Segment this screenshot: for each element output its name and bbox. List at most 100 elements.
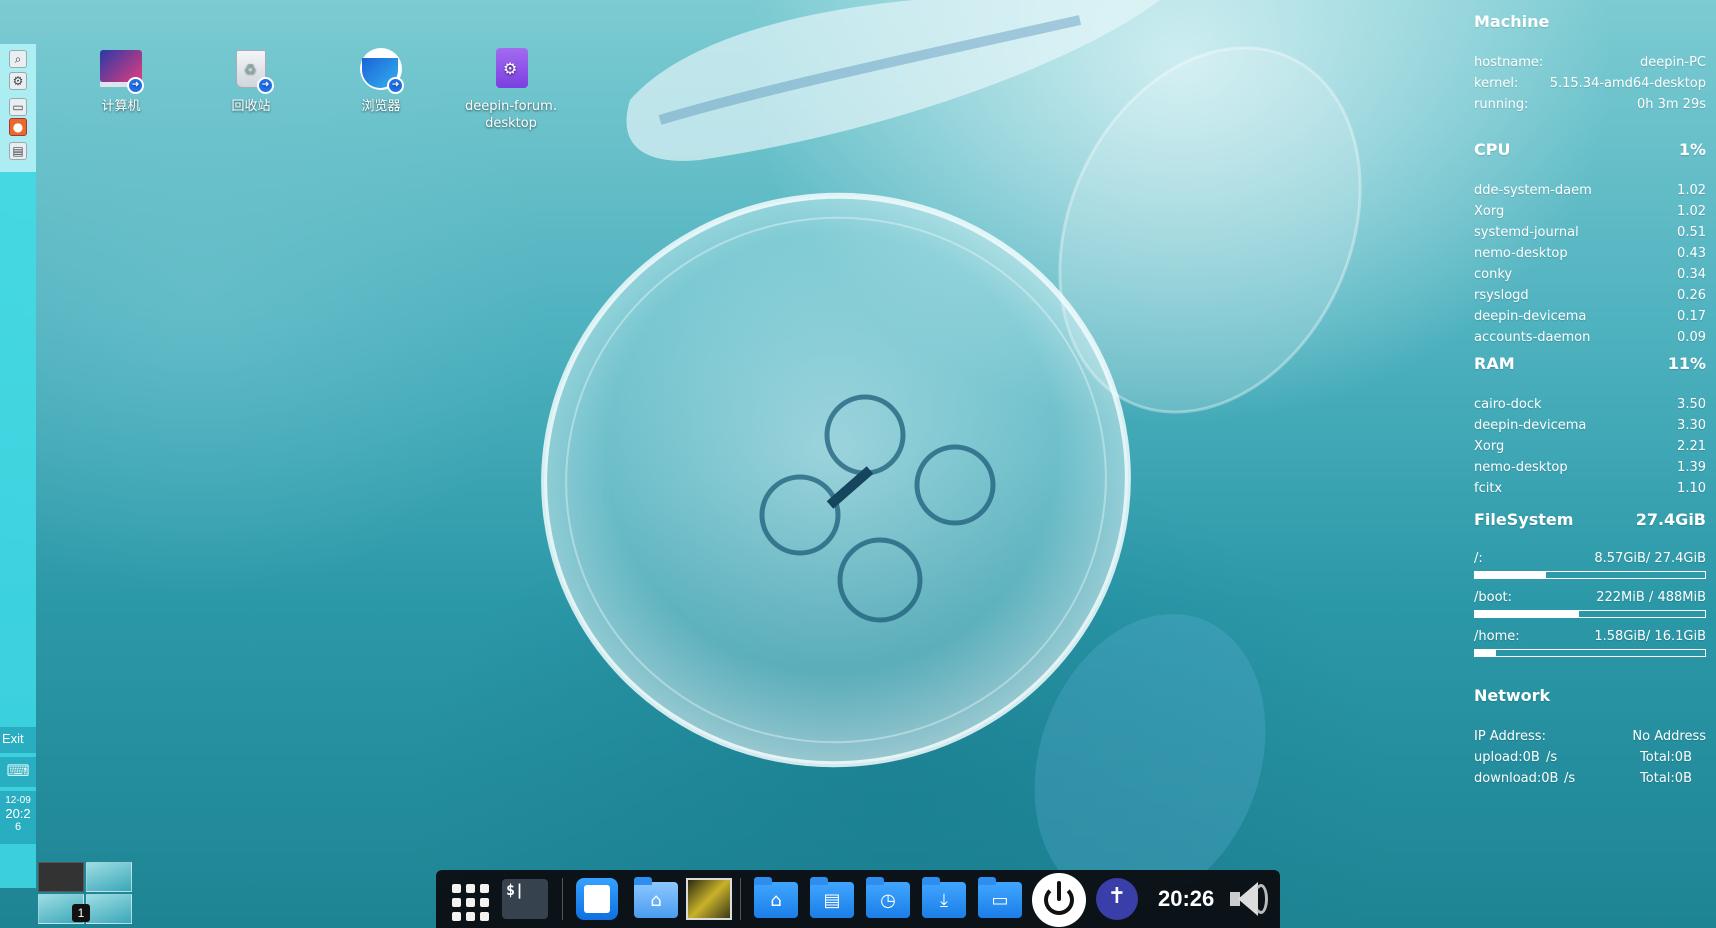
volume-icon[interactable] (1226, 876, 1272, 922)
network-title: Network (1474, 686, 1551, 705)
process-value: 3.50 (1677, 397, 1706, 412)
dock-separator (740, 878, 741, 920)
mount-usage: 1.58GiB/ 16.1GiB (1594, 629, 1706, 644)
download-row: download:0B /s Total:0B (1474, 768, 1706, 789)
list-item: rsyslogd 0.26 (1474, 285, 1706, 306)
firefox-icon[interactable]: ● (9, 118, 27, 136)
workspace-4[interactable] (86, 894, 132, 924)
process-value: 3.30 (1677, 418, 1706, 433)
download-unit: /s (1564, 771, 1576, 786)
upload-row: upload:0B /s Total:0B (1474, 747, 1706, 768)
process-name: conky (1474, 267, 1513, 282)
dock-clock[interactable]: 20:26 (1158, 870, 1214, 928)
process-name: nemo-desktop (1474, 460, 1568, 475)
documents-folder-icon[interactable]: ▤ (808, 876, 854, 922)
exit-button[interactable]: Exit (0, 727, 36, 753)
panel-clock-time: 20:2 (5, 806, 31, 821)
process-value: 0.09 (1677, 330, 1706, 345)
browser-icon: ➜ (358, 48, 404, 94)
mount-usage-bar (1474, 571, 1706, 579)
desktop-icon-deepin-forum[interactable]: ⚙ deepin-forum. desktop (456, 48, 566, 132)
keyboard-icon[interactable]: ⌨ (0, 757, 36, 787)
network-section: Network IP Address: No Address upload:0B … (1474, 686, 1706, 789)
upload-unit: /s (1546, 750, 1558, 765)
desktop-icon-label: 计算机 (101, 99, 141, 114)
home-folder-icon[interactable]: ⌂ (632, 876, 678, 922)
panel-clock-suffix: 6 (14, 821, 22, 833)
process-name: nemo-desktop (1474, 246, 1568, 261)
recent-folder-icon[interactable]: ◷ (864, 876, 910, 922)
running-value: 0h 3m 29s (1636, 97, 1706, 112)
home-folder-icon[interactable]: ⌂ (752, 876, 798, 922)
process-name: deepin-devicema (1474, 309, 1587, 324)
pictures-folder-icon[interactable]: ▭ (976, 876, 1022, 922)
ip-label: IP Address: (1474, 729, 1546, 744)
list-item: Xorg 2.21 (1474, 436, 1706, 457)
wallpaper (541, 0, 1362, 906)
process-value: 1.10 (1677, 481, 1706, 496)
drive-icon[interactable]: ▭ (9, 98, 27, 116)
process-value: 0.34 (1677, 267, 1706, 282)
desktop-icon-label: deepin-forum. (465, 99, 557, 114)
upload-label: upload:0B (1474, 750, 1540, 765)
dock: $| ⌂ ⌂ ▤ ◷ ⤓ ▭ ✝ 20:26 (436, 870, 1280, 928)
desktop-icon-trash[interactable]: ♻ ➜ 回收站 (196, 48, 306, 115)
process-name: fcitx (1474, 481, 1503, 496)
terminal-glyph: $| (502, 879, 548, 919)
process-value: 0.43 (1677, 246, 1706, 261)
list-item: fcitx 1.10 (1474, 478, 1706, 499)
terminal-icon[interactable]: $| (502, 876, 548, 922)
cpu-title: CPU (1474, 140, 1511, 159)
list-item: accounts-daemon 0.09 (1474, 327, 1706, 348)
hostname-value: deepin-PC (1640, 55, 1706, 70)
process-value: 2.21 (1677, 439, 1706, 454)
hostname-label: hostname: (1474, 55, 1544, 70)
accessibility-icon[interactable]: ✝ (1094, 876, 1140, 922)
process-value: 1.02 (1677, 204, 1706, 219)
list-item: deepin-devicema 0.17 (1474, 306, 1706, 327)
desktop-icon-label: 浏览器 (361, 99, 401, 114)
app-grid-icon[interactable] (446, 876, 492, 922)
mount-usage-bar (1474, 649, 1706, 657)
kernel-value: 5.15.34-amd64-desktop (1549, 76, 1706, 91)
filesystem-total: 27.4GiB (1635, 510, 1706, 529)
ram-section: RAM 11% cairo-dock 3.50 deepin-devicema 3.3… (1474, 354, 1706, 499)
download-label: download:0B (1474, 771, 1559, 786)
process-name: rsyslogd (1474, 288, 1529, 303)
desktop-icon-computer[interactable]: ➜ 计算机 (66, 48, 176, 115)
document-icon[interactable]: ▤ (9, 142, 27, 160)
panel-clock[interactable]: 12-09 20:2 6 (0, 791, 36, 844)
magnifier-icon[interactable]: ⌕ (9, 50, 27, 68)
workspace-2[interactable] (86, 862, 132, 892)
list-item: nemo-desktop 0.43 (1474, 243, 1706, 264)
desktop-icon-label: 回收站 (231, 99, 271, 114)
workspace-1[interactable] (38, 862, 84, 892)
process-value: 0.17 (1677, 309, 1706, 324)
upload-total: Total:0B (1640, 750, 1692, 765)
process-name: Xorg (1474, 204, 1505, 219)
list-item: nemo-desktop 1.39 (1474, 457, 1706, 478)
desktop-icon-browser[interactable]: ➜ 浏览器 (326, 48, 436, 115)
desktop-icon-label-line2: desktop (485, 116, 537, 131)
process-name: dde-system-daem (1474, 183, 1592, 198)
file-manager-icon[interactable] (574, 876, 620, 922)
settings-file-icon: ⚙ (488, 48, 534, 94)
process-value: 1.02 (1677, 183, 1706, 198)
filesystem-title: FileSystem (1474, 510, 1574, 529)
list-item: conky 0.34 (1474, 264, 1706, 285)
workspace-number: 1 (72, 904, 90, 922)
list-item: deepin-devicema 3.30 (1474, 415, 1706, 436)
gear-icon[interactable]: ⚙ (9, 72, 27, 90)
cpu-section: CPU 1% dde-system-daem 1.02 Xorg 1.02 syste… (1474, 140, 1706, 348)
workspace-pager: 1 (38, 862, 134, 926)
image-viewer-icon[interactable] (686, 876, 732, 922)
download-total: Total:0B (1640, 771, 1692, 786)
list-item: dde-system-daem 1.02 (1474, 180, 1706, 201)
downloads-folder-icon[interactable]: ⤓ (920, 876, 966, 922)
process-name: Xorg (1474, 439, 1505, 454)
mount-usage: 8.57GiB/ 27.4GiB (1594, 551, 1706, 566)
power-icon[interactable] (1032, 873, 1086, 927)
mount-name: /: (1474, 551, 1483, 566)
machine-section: Machine hostname: deepin-PC kernel: 5.15.3… (1474, 12, 1706, 115)
process-value: 0.26 (1677, 288, 1706, 303)
